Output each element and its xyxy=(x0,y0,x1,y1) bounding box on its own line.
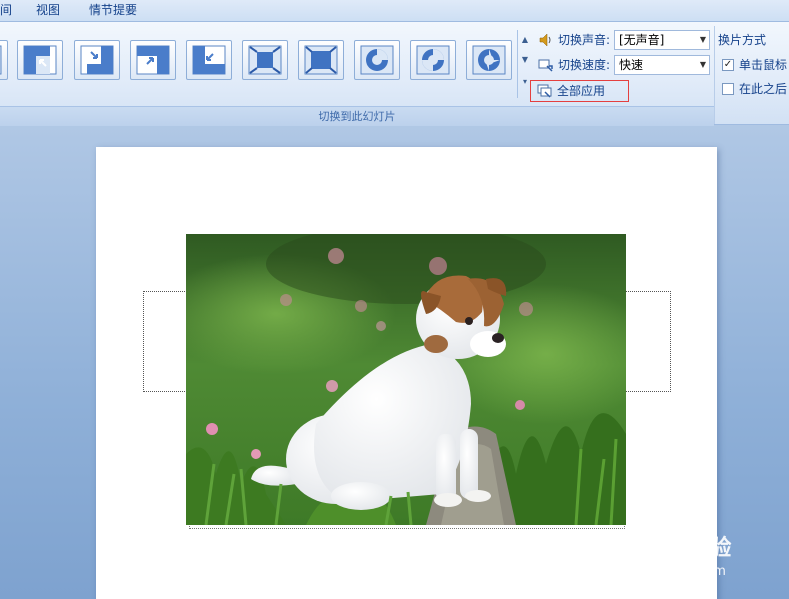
transition-gallery-item-8[interactable] xyxy=(410,40,456,80)
tab-storyboard[interactable]: 情节提要 xyxy=(89,2,137,20)
transition-speed-value: 快速 xyxy=(619,58,644,72)
ribbon-group-label: 切换到此幻灯片 xyxy=(0,106,714,126)
advance-slide-title: 换片方式 xyxy=(718,33,767,47)
transition-gallery-item-4[interactable] xyxy=(186,40,232,80)
chevron-down-icon: ▼ xyxy=(699,60,706,69)
transition-gallery-item-5[interactable] xyxy=(242,40,288,80)
transition-speed-row: 切换速度: xyxy=(538,55,614,75)
watermark-brand: Baidu经验 xyxy=(604,532,732,562)
apply-all-icon xyxy=(537,83,553,99)
watermark-url: jingyan.baidu.com xyxy=(606,564,726,579)
transition-gallery-item-7[interactable] xyxy=(354,40,400,80)
group-separator xyxy=(714,26,715,124)
apply-to-all-label: 全部应用 xyxy=(557,84,606,98)
auto-after-label: 在此之后 xyxy=(739,82,788,96)
transition-speed-select[interactable]: 快速 ▼ xyxy=(614,55,710,75)
transition-sound-select[interactable]: [无声音] ▼ xyxy=(614,30,710,50)
transition-sound-row: 切换声音: xyxy=(538,30,614,50)
transition-gallery-item-1[interactable] xyxy=(17,40,63,80)
checkmark-icon: ✓ xyxy=(723,59,733,70)
ribbon-panel: ▲ ▼ ▾ 切换声音: [无声音] ▼ 切换速度: 快速 ▼ 全部应用 换片方式… xyxy=(0,21,789,126)
transition-gallery-item-9[interactable] xyxy=(466,40,512,80)
on-mouse-click-checkbox[interactable]: ✓ xyxy=(722,59,734,71)
baidu-watermark: Baidu经验 jingyan.baidu.com xyxy=(602,512,782,582)
puppy-photo[interactable] xyxy=(186,234,626,525)
tab-view[interactable]: 视图 xyxy=(36,2,60,20)
sound-icon xyxy=(538,32,554,48)
gallery-scroll: ▲ ▼ ▾ xyxy=(517,30,531,98)
auto-after-checkbox[interactable] xyxy=(722,83,734,95)
ribbon-tab-strip: 间 视图 情节提要 xyxy=(0,0,789,21)
transition-gallery-item-2[interactable] xyxy=(74,40,120,80)
transition-sound-value: [无声音] xyxy=(619,33,665,47)
chevron-down-icon: ▼ xyxy=(699,35,706,44)
gallery-scroll-up-icon[interactable]: ▲ xyxy=(518,30,532,50)
tab-animation[interactable]: 间 xyxy=(0,2,12,20)
transition-speed-label: 切换速度: xyxy=(558,58,611,72)
transition-gallery-item-6[interactable] xyxy=(298,40,344,80)
on-mouse-click-label: 单击鼠标 xyxy=(739,58,788,72)
transition-gallery-item-3[interactable] xyxy=(130,40,176,80)
speed-icon xyxy=(538,57,554,73)
transition-gallery-item-0[interactable] xyxy=(0,40,8,80)
transition-sound-label: 切换声音: xyxy=(558,33,611,47)
apply-to-all-button[interactable]: 全部应用 xyxy=(530,80,629,102)
gallery-scroll-down-icon[interactable]: ▼ xyxy=(518,50,532,70)
